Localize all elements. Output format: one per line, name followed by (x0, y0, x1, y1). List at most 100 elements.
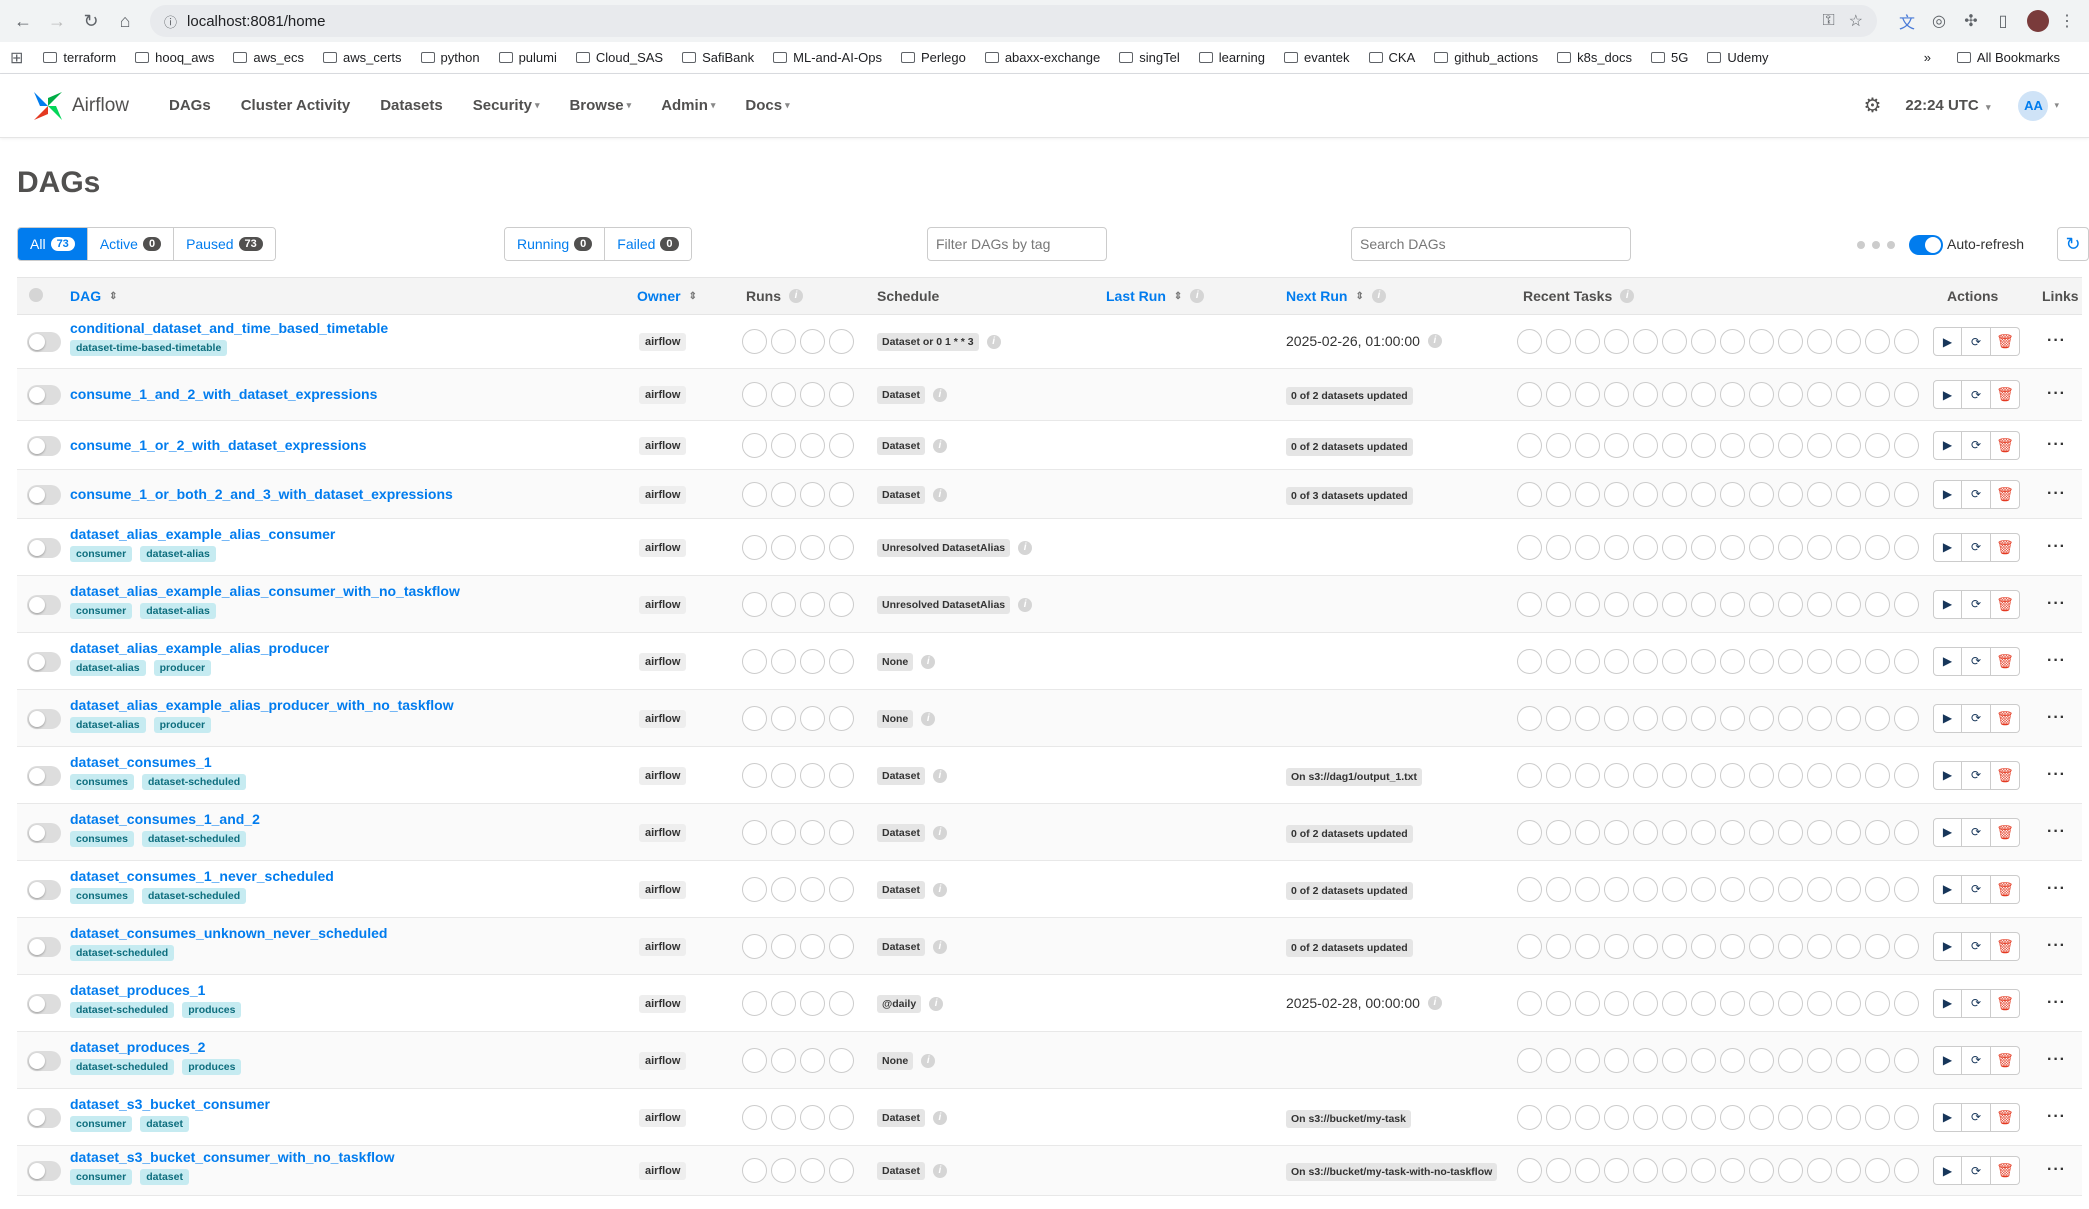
task-circle[interactable] (1778, 382, 1803, 407)
task-circle[interactable] (1836, 762, 1861, 788)
task-circle[interactable] (1836, 534, 1861, 560)
task-circle[interactable] (1662, 534, 1687, 560)
run-circle[interactable] (742, 705, 767, 731)
task-circle[interactable] (1662, 762, 1687, 788)
home-icon[interactable]: ⌂ (110, 6, 140, 36)
pause-toggle[interactable] (27, 708, 61, 729)
bookmark-folder[interactable]: Perlego (901, 50, 966, 65)
info-icon[interactable]: i (932, 768, 947, 783)
run-circle[interactable] (742, 990, 767, 1016)
task-circle[interactable] (1662, 705, 1687, 731)
more-icon[interactable]: ··· (2047, 436, 2066, 454)
task-circle[interactable] (1778, 534, 1803, 560)
more-icon[interactable]: ··· (2047, 766, 2066, 784)
task-circle[interactable] (1662, 591, 1687, 617)
menu-icon[interactable]: ⋮ (2053, 7, 2081, 35)
bookmark-folder[interactable]: learning (1198, 50, 1265, 65)
refresh-icon[interactable]: ⟳ (1962, 1045, 1991, 1075)
tag-filter-input[interactable]: Filter DAGs by tag (927, 227, 1107, 261)
dag-name-link[interactable]: dataset_consumes_1_and_2 (70, 811, 260, 827)
bookmark-folder[interactable]: k8s_docs (1557, 50, 1632, 65)
task-circle[interactable] (1691, 1104, 1716, 1130)
task-circle[interactable] (1865, 1158, 1890, 1183)
task-circle[interactable] (1517, 329, 1542, 354)
schedule-badge[interactable]: Dataset (877, 937, 925, 956)
task-circle[interactable] (1865, 591, 1890, 617)
refresh-icon[interactable]: ⟳ (1962, 874, 1991, 904)
dag-tag[interactable]: consumes (70, 773, 134, 790)
task-circle[interactable] (1720, 705, 1745, 731)
task-circle[interactable] (1720, 591, 1745, 617)
task-circle[interactable] (1749, 762, 1774, 788)
key-icon[interactable]: ⚿ (1822, 12, 1834, 30)
task-circle[interactable] (1836, 432, 1861, 458)
task-circle[interactable] (1894, 990, 1919, 1016)
run-circle[interactable] (742, 591, 767, 617)
info-icon[interactable]: i (932, 1110, 947, 1125)
info-icon[interactable]: i (1018, 540, 1033, 555)
task-circle[interactable] (1749, 933, 1774, 959)
task-circle[interactable] (1517, 876, 1542, 902)
task-circle[interactable] (1546, 933, 1571, 959)
bookmark-folder[interactable]: pulumi (498, 50, 557, 65)
task-circle[interactable] (1778, 648, 1803, 674)
more-icon[interactable]: ··· (2047, 538, 2066, 556)
more-icon[interactable]: ··· (2047, 595, 2066, 613)
pause-toggle[interactable] (27, 936, 61, 957)
trash-icon[interactable]: 🗑 (1991, 430, 2020, 460)
pause-toggle[interactable] (27, 537, 61, 558)
nav-dags[interactable]: DAGs (169, 97, 211, 114)
bookmark-folder[interactable]: hooq_aws (135, 50, 214, 65)
trash-icon[interactable]: 🗑 (1991, 817, 2020, 847)
task-circle[interactable] (1575, 990, 1600, 1016)
play-icon[interactable]: ▶ (1933, 1102, 1962, 1132)
run-circle[interactable] (771, 591, 796, 617)
task-circle[interactable] (1604, 481, 1629, 507)
task-circle[interactable] (1865, 1047, 1890, 1073)
schedule-badge[interactable]: None (877, 709, 914, 728)
play-icon[interactable]: ▶ (1933, 760, 1962, 790)
task-circle[interactable] (1517, 591, 1542, 617)
pause-toggle[interactable] (27, 385, 61, 405)
filter-paused[interactable]: Paused 73 (174, 228, 275, 260)
task-circle[interactable] (1633, 534, 1658, 560)
pause-toggle[interactable] (27, 765, 61, 786)
run-circle[interactable] (771, 762, 796, 788)
task-circle[interactable] (1807, 1047, 1832, 1073)
run-circle[interactable] (742, 329, 767, 354)
run-circle[interactable] (829, 432, 854, 458)
schedule-badge[interactable]: Dataset (877, 1108, 925, 1127)
info-icon[interactable]: i (1427, 334, 1442, 348)
run-circle[interactable] (800, 1047, 825, 1073)
trash-icon[interactable]: 🗑 (1991, 646, 2020, 676)
pause-toggle[interactable] (27, 822, 61, 843)
schedule-badge[interactable]: Dataset (877, 823, 925, 842)
dag-name-link[interactable]: dataset_produces_2 (70, 1039, 249, 1055)
pause-toggle[interactable] (27, 435, 61, 456)
run-circle[interactable] (800, 648, 825, 674)
task-circle[interactable] (1691, 819, 1716, 845)
task-circle[interactable] (1517, 705, 1542, 731)
refresh-icon[interactable]: ⟳ (1962, 380, 1991, 409)
task-circle[interactable] (1836, 819, 1861, 845)
task-circle[interactable] (1865, 382, 1890, 407)
more-icon[interactable]: ··· (2047, 1051, 2066, 1069)
owner-badge[interactable]: airflow (639, 386, 687, 404)
task-circle[interactable] (1633, 762, 1658, 788)
task-circle[interactable] (1546, 329, 1571, 354)
site-info-icon[interactable]: ⓘ (164, 12, 177, 31)
run-circle[interactable] (800, 382, 825, 407)
dag-name-link[interactable]: dataset_consumes_1 (70, 754, 254, 770)
play-icon[interactable]: ▶ (1933, 646, 1962, 676)
extension-icon[interactable]: ◎ (1925, 7, 1953, 35)
run-circle[interactable] (771, 1047, 796, 1073)
task-circle[interactable] (1517, 432, 1542, 458)
dag-name-link[interactable]: dataset_consumes_unknown_never_scheduled (70, 925, 387, 941)
task-circle[interactable] (1575, 432, 1600, 458)
trash-icon[interactable]: 🗑 (1991, 1045, 2020, 1075)
run-circle[interactable] (771, 933, 796, 959)
owner-badge[interactable]: airflow (639, 333, 687, 351)
task-circle[interactable] (1575, 1047, 1600, 1073)
task-circle[interactable] (1546, 990, 1571, 1016)
task-circle[interactable] (1633, 990, 1658, 1016)
